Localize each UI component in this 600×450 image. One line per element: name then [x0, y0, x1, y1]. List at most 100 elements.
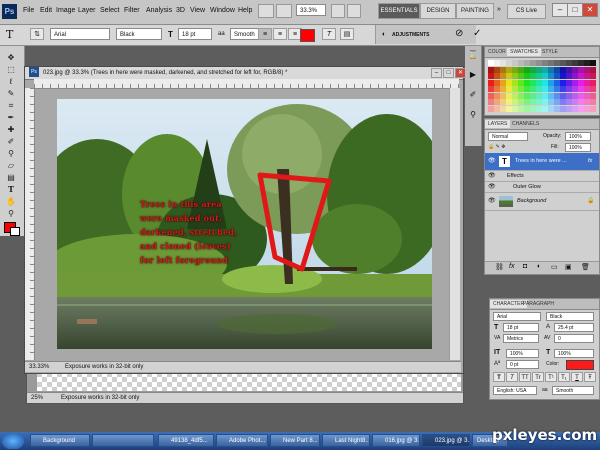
- menu-layer[interactable]: Layer: [78, 7, 96, 14]
- background-color-swatch[interactable]: [10, 227, 20, 236]
- faux-bold-button[interactable]: T: [493, 372, 505, 382]
- warp-text-icon[interactable]: T: [322, 28, 336, 40]
- brush-tool-icon[interactable]: ✐: [3, 136, 19, 147]
- blend-mode-select[interactable]: Normal: [488, 132, 528, 141]
- tab-paragraph[interactable]: PARAGRAPH: [520, 300, 557, 308]
- minimize-button[interactable]: –: [552, 3, 568, 17]
- taskbar-item-023[interactable]: 023.jpg @ 3...: [422, 434, 470, 447]
- start-button[interactable]: [2, 433, 24, 449]
- color-swatch[interactable]: [590, 86, 596, 92]
- color-swatch[interactable]: [590, 73, 596, 79]
- color-swatch[interactable]: [590, 60, 596, 66]
- underline-button[interactable]: T: [571, 372, 583, 382]
- photo-canvas[interactable]: Trees in this area were masked out, dark…: [57, 99, 432, 349]
- char-kerning-select[interactable]: Metrics: [503, 334, 539, 343]
- crop-tool-icon[interactable]: ⌗: [3, 100, 19, 111]
- text-tool-icon[interactable]: T: [6, 28, 13, 41]
- layer-name-text[interactable]: Trees in here were ...: [515, 153, 567, 170]
- link-layers-icon[interactable]: ⛓: [495, 263, 504, 271]
- char-baseline-field[interactable]: 0 pt: [506, 360, 539, 369]
- char-leading-field[interactable]: 25.4 pt: [554, 323, 594, 332]
- opacity-field[interactable]: 100%: [565, 132, 591, 141]
- subscript-button[interactable]: T₁: [558, 372, 570, 382]
- workspace-design[interactable]: DESIGN: [420, 3, 456, 19]
- taskbar-item-firefox[interactable]: 49138_4df5...: [158, 434, 214, 447]
- layer-row-text[interactable]: 👁 T Trees in here were ... fx: [485, 153, 599, 171]
- zoom-tool-icon[interactable]: ⚲: [3, 208, 19, 219]
- layer-outer-glow-row[interactable]: 👁 Outer Glow: [485, 182, 599, 193]
- layer-effects-row[interactable]: 👁 Effects: [485, 171, 599, 182]
- taskbar-item-background[interactable]: Background: [30, 434, 90, 447]
- workspace-more-icon[interactable]: »: [497, 6, 501, 13]
- swatch-grid[interactable]: [488, 60, 596, 112]
- all-caps-button[interactable]: TT: [519, 372, 531, 382]
- superscript-button[interactable]: T¹: [545, 372, 557, 382]
- hand-tool-button[interactable]: [331, 4, 345, 18]
- add-mask-icon[interactable]: ◘: [523, 263, 527, 270]
- clone-source-icon[interactable]: ⚲: [467, 110, 479, 120]
- actions-icon[interactable]: ▶: [467, 70, 479, 80]
- outer-glow-visibility-icon[interactable]: 👁: [488, 182, 496, 192]
- menu-view[interactable]: View: [190, 7, 205, 14]
- tab-layers[interactable]: LAYERS: [485, 120, 511, 128]
- character-panel-toggle-icon[interactable]: ▤: [340, 28, 354, 40]
- taskbar-item-new-part[interactable]: New Part 8...: [270, 434, 320, 447]
- close-button[interactable]: ✕: [582, 3, 598, 17]
- color-swatch[interactable]: [590, 92, 596, 99]
- layer-name-background[interactable]: Background: [517, 193, 546, 210]
- workspace-essentials[interactable]: ESSENTIALS: [378, 3, 420, 19]
- strikethrough-button[interactable]: Ŧ: [584, 372, 596, 382]
- align-left-icon[interactable]: ≡: [258, 28, 272, 40]
- font-size-select[interactable]: 18 pt: [178, 28, 212, 40]
- taskbar-item-2[interactable]: [92, 434, 154, 447]
- menu-select[interactable]: Select: [100, 7, 119, 14]
- layer-row-background[interactable]: 👁 Background 🔒: [485, 193, 599, 211]
- new-group-icon[interactable]: ▭: [551, 263, 558, 271]
- layer-fx-badge[interactable]: fx: [588, 153, 592, 170]
- text-color-swatch[interactable]: [300, 29, 315, 42]
- workspace-painting[interactable]: PAINTING: [456, 3, 494, 19]
- menu-help[interactable]: Help: [238, 7, 252, 14]
- tab-swatches[interactable]: SWATCHES: [507, 48, 541, 56]
- tab-styles[interactable]: STYLE: [539, 48, 561, 56]
- taskbar-item-last-night[interactable]: Last Night8...: [322, 434, 370, 447]
- quick-select-tool-icon[interactable]: ✎: [3, 88, 19, 99]
- menu-edit[interactable]: Edit: [40, 7, 52, 14]
- type-tool-icon[interactable]: T: [3, 184, 19, 195]
- color-swatch[interactable]: [590, 105, 596, 112]
- menu-3d[interactable]: 3D: [176, 7, 185, 14]
- visibility-eye-icon[interactable]: 👁: [488, 153, 496, 170]
- clone-stamp-tool-icon[interactable]: ⚲: [3, 148, 19, 159]
- effects-visibility-icon[interactable]: 👁: [488, 171, 496, 181]
- char-color-swatch[interactable]: [566, 360, 594, 370]
- hand-tool-icon[interactable]: ✋: [3, 196, 19, 207]
- minibridge-button[interactable]: [276, 4, 292, 18]
- taskbar-item-photoshop[interactable]: Adobe Phot...: [216, 434, 268, 447]
- language-select[interactable]: English: USA: [493, 386, 537, 395]
- zoom-readout-front[interactable]: 33.33%: [29, 362, 49, 372]
- zoom-level-field[interactable]: 33.3%: [296, 4, 326, 16]
- new-layer-icon[interactable]: ▣: [565, 263, 572, 271]
- gradient-tool-icon[interactable]: ▤: [3, 172, 19, 183]
- commit-edits-icon[interactable]: ✓: [473, 28, 481, 39]
- healing-tool-icon[interactable]: ✚: [3, 124, 19, 135]
- menu-analysis[interactable]: Analysis: [146, 7, 172, 14]
- eraser-tool-icon[interactable]: ▱: [3, 160, 19, 171]
- adjustment-layer-icon[interactable]: ◐: [537, 263, 541, 270]
- background-visibility-icon[interactable]: 👁: [488, 193, 496, 210]
- font-style-select[interactable]: Black: [116, 28, 162, 40]
- fill-field[interactable]: 100%: [565, 143, 591, 152]
- zoom-readout-back[interactable]: 25%: [31, 393, 43, 403]
- faux-italic-button[interactable]: T: [506, 372, 518, 382]
- char-font-family-select[interactable]: Arial: [493, 312, 541, 321]
- bridge-button[interactable]: [258, 4, 274, 18]
- color-swatch[interactable]: [590, 66, 596, 73]
- vertical-scrollbar[interactable]: [449, 88, 460, 360]
- color-swatch[interactable]: [590, 79, 596, 86]
- eyedropper-tool-icon[interactable]: ✒: [3, 112, 19, 123]
- tab-color[interactable]: COLOR: [485, 48, 509, 56]
- vertical-ruler[interactable]: [25, 88, 35, 360]
- taskbar-item-016[interactable]: 016.jpg @ 3...: [372, 434, 420, 447]
- menu-file[interactable]: File: [23, 7, 34, 14]
- char-antialias-select[interactable]: Smooth: [552, 386, 594, 395]
